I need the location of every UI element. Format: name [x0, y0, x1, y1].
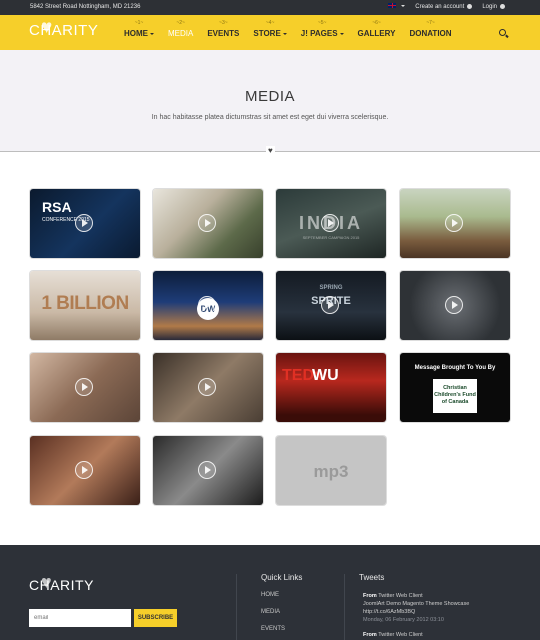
nav-item-events[interactable]: ~3~ EVENTS — [200, 15, 246, 50]
site-logo[interactable]: ♥ CHARITY — [29, 17, 99, 39]
thumbnail-caption: RSA — [42, 199, 72, 215]
email-field[interactable] — [29, 609, 131, 627]
address-text: 5842 Street Road Nottingham, MD 21236 — [30, 4, 141, 10]
lock-icon — [500, 3, 505, 9]
play-icon — [445, 214, 463, 232]
media-thumbnail[interactable]: TEDx WU — [276, 353, 386, 422]
play-icon — [198, 296, 216, 314]
quick-link-media[interactable]: MEDIA — [261, 609, 280, 615]
login-label: Login — [482, 4, 497, 10]
nav-item-media[interactable]: ~2~ MEDIA — [161, 15, 200, 50]
tweets-title: Tweets — [359, 573, 385, 582]
nav-item-label: GALLERY — [357, 29, 396, 38]
media-thumbnail[interactable]: RSA CONFERENCE 2015 — [30, 189, 140, 258]
page-title: MEDIA — [244, 88, 295, 105]
tweet-source[interactable]: Twitter Web Client — [378, 593, 423, 599]
nav-item-number: ~2~ — [176, 20, 185, 26]
top-bar-right: Create an account Login — [388, 0, 505, 15]
chevron-down-icon — [339, 32, 344, 35]
page-header: MEDIA In hac habitasse platea dictumstra… — [0, 50, 540, 152]
play-icon — [75, 378, 93, 396]
logo-text: CHARITY — [29, 22, 99, 39]
footer-divider — [344, 574, 345, 640]
chevron-down-icon — [150, 32, 154, 35]
create-account-label: Create an account — [415, 4, 465, 10]
nav-item-label: STORE — [253, 29, 281, 38]
media-thumbnail[interactable]: INDIA SEPTEMBER CAMPAIGN 2015 — [276, 189, 386, 258]
thumbnail-caption: 1 BILLION — [41, 293, 129, 314]
media-thumbnail[interactable] — [153, 353, 263, 422]
nav-item-home[interactable]: ~1~ HOME — [117, 15, 161, 50]
media-thumbnail[interactable]: SPRING SPRITE — [276, 271, 386, 340]
nav-item-j-pages[interactable]: ~5~ J! PAGES — [294, 15, 351, 50]
nav-item-number: ~6~ — [372, 20, 381, 26]
nav-item-label: MEDIA — [168, 29, 194, 38]
tweet-date: Monday, 06 February 2012 03:10 — [363, 617, 444, 623]
media-thumbnail[interactable]: 1 BILLION — [30, 271, 140, 340]
nav-item-label: EVENTS — [207, 29, 240, 38]
media-thumbnail[interactable] — [153, 189, 263, 258]
play-icon — [321, 214, 339, 232]
subscribe-button[interactable]: SUBSCRIBE — [134, 609, 177, 627]
page-subtitle: In hac habitasse platea dictumstras sit … — [151, 114, 389, 121]
tweet-text[interactable]: JoomlArt Demo Magento Theme Showcase htt… — [363, 600, 513, 616]
play-icon — [198, 214, 216, 232]
media-thumbnail[interactable] — [400, 189, 510, 258]
tweet-item: From Twitter Web Client JoomlArt Demo Ma… — [363, 592, 513, 624]
play-icon — [321, 296, 339, 314]
media-thumbnail[interactable] — [400, 271, 510, 340]
play-icon — [198, 461, 216, 479]
nav-item-number: ~4~ — [265, 20, 275, 26]
nav-item-store[interactable]: ~4~ STORE — [246, 15, 293, 50]
play-icon — [75, 461, 93, 479]
login-link[interactable]: Login — [482, 0, 505, 15]
tweet-from-label: From — [363, 632, 377, 638]
main-nav: ♥ CHARITY ~1~ HOME ~2~ MEDIA ~3~ EVENTS ~4~ STO… — [0, 15, 540, 50]
language-selector[interactable] — [388, 0, 406, 15]
chevron-down-icon — [401, 5, 406, 8]
thumbnail-caption: Message Brought To You By — [414, 365, 496, 371]
tweet-from-label: From — [363, 593, 377, 599]
nav-item-number: ~5~ — [317, 20, 327, 26]
chevron-down-icon — [282, 32, 287, 35]
nav-item-number: ~1~ — [134, 20, 144, 26]
nav-item-number: ~7~ — [426, 20, 435, 26]
nav-item-label: DONATION — [409, 29, 452, 38]
media-thumbnail[interactable] — [30, 436, 140, 505]
thumbnail-subcaption: WU — [312, 367, 339, 384]
quick-links-title: Quick Links — [261, 573, 303, 582]
footer-logo-text: CHARITY — [29, 577, 94, 593]
thumbnail-subcaption: Christian Children's Fund of Canada — [433, 379, 477, 413]
nav-item-label: HOME — [124, 29, 148, 38]
heart-divider-icon: ♥ — [266, 146, 275, 156]
top-bar: 5842 Street Road Nottingham, MD 21236 Cr… — [0, 0, 540, 15]
play-icon — [75, 214, 93, 232]
media-thumbnail[interactable]: DW — [153, 271, 263, 340]
thumbnail-caption: SPRING — [319, 285, 343, 291]
nav-item-donation[interactable]: ~7~ DONATION — [402, 15, 458, 50]
footer-divider — [236, 574, 237, 640]
thumbnail-image — [276, 353, 386, 422]
play-icon — [445, 296, 463, 314]
tweet-source[interactable]: Twitter Web Client — [378, 632, 423, 638]
nav-menu: ~1~ HOME ~2~ MEDIA ~3~ EVENTS ~4~ STORE ~5~ J! PA… — [117, 15, 459, 50]
quick-link-home[interactable]: HOME — [261, 592, 279, 598]
uk-flag-icon — [388, 3, 397, 8]
quick-link-events[interactable]: EVENTS — [261, 626, 285, 632]
nav-item-label: J! PAGES — [300, 29, 338, 38]
search-icon[interactable] — [499, 29, 506, 36]
nav-item-number: ~3~ — [219, 20, 228, 26]
play-icon — [198, 378, 216, 396]
create-account-link[interactable]: Create an account — [415, 0, 473, 15]
footer-logo[interactable]: ♥ CHARITY — [29, 572, 94, 593]
media-thumbnail[interactable]: mp3 — [276, 436, 386, 505]
nav-item-gallery[interactable]: ~6~ GALLERY — [351, 15, 403, 50]
thumbnail-subcaption: SEPTEMBER CAMPAIGN 2015 — [302, 235, 360, 240]
user-add-icon — [467, 3, 473, 9]
media-thumbnail[interactable] — [30, 353, 140, 422]
tweet-item: From Twitter Web Client — [363, 631, 513, 639]
media-thumbnail[interactable]: Message Brought To You By Christian Child… — [400, 353, 510, 422]
media-thumbnail[interactable] — [153, 436, 263, 505]
thumbnail-caption: mp3 — [313, 462, 349, 481]
